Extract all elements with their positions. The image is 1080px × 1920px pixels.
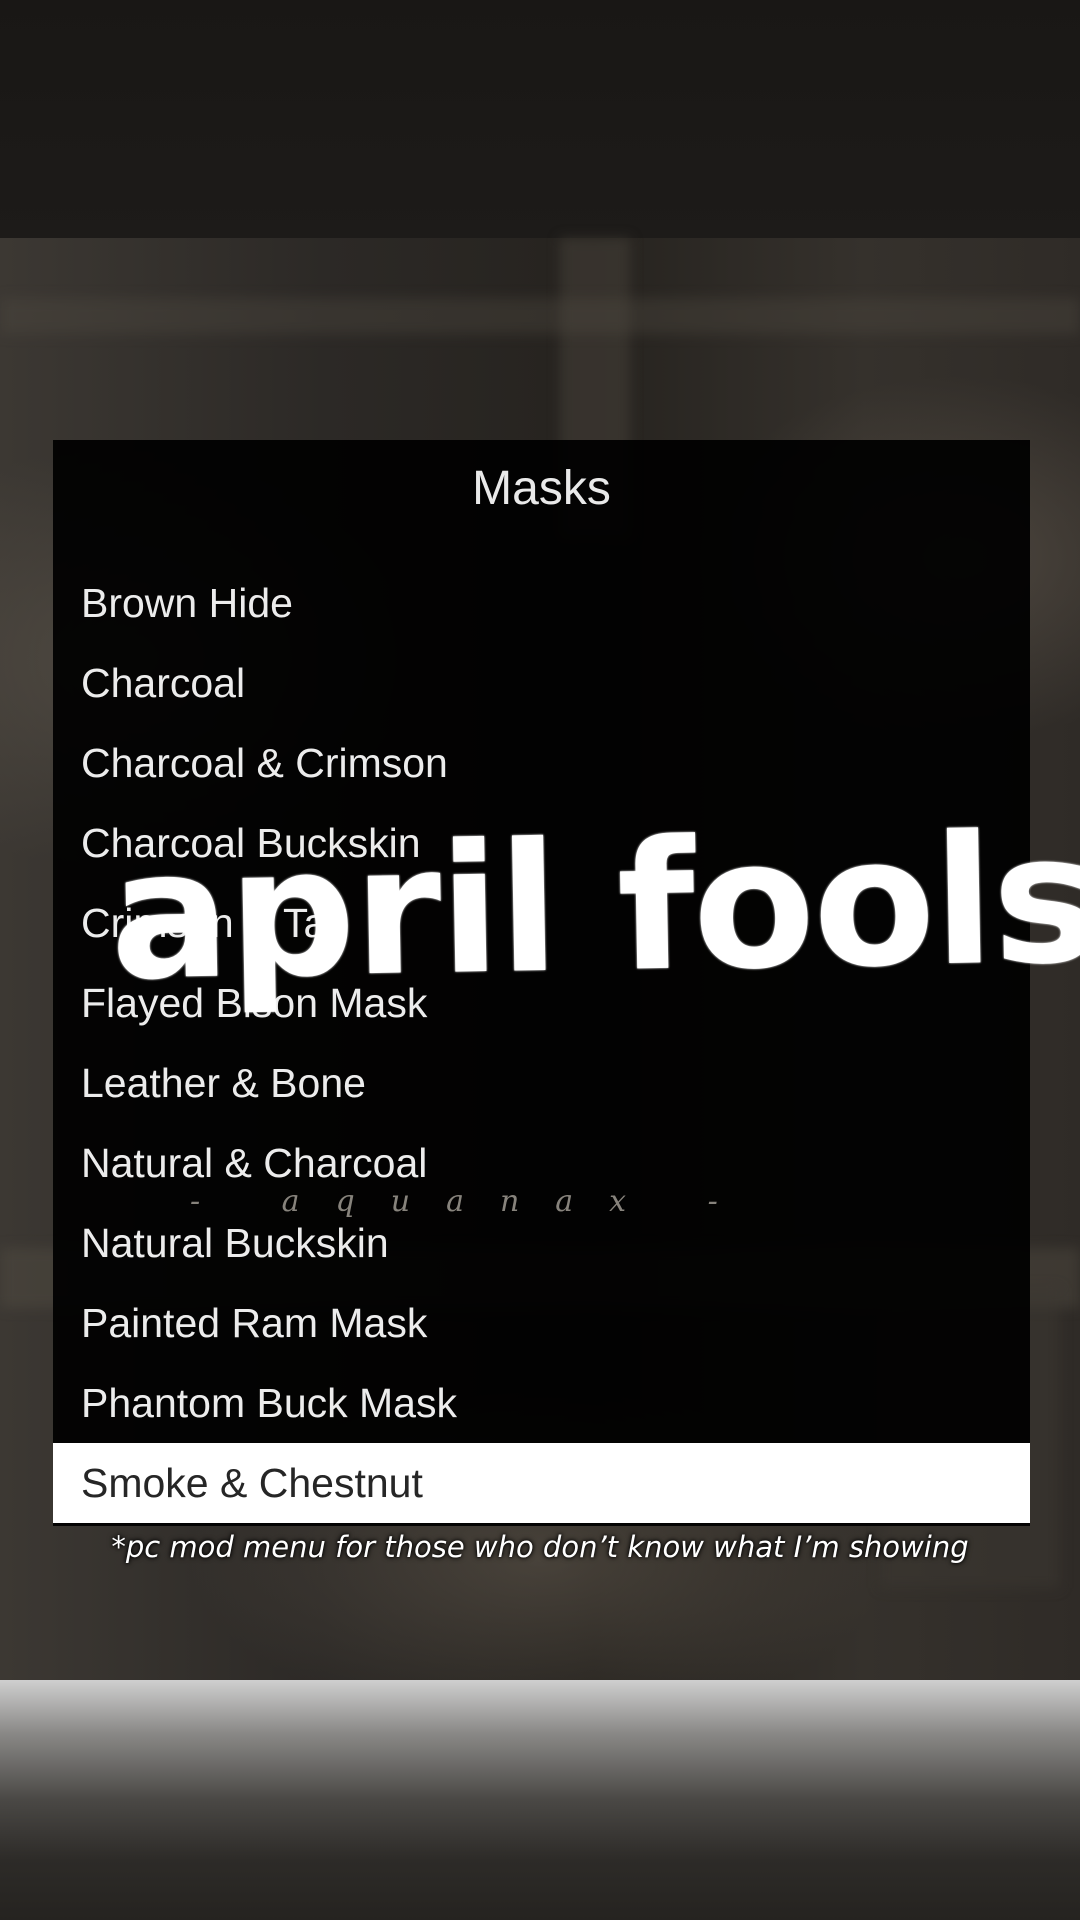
menu-item[interactable]: Charcoal: [53, 643, 1030, 723]
menu-item[interactable]: Phantom Buck Mask: [53, 1363, 1030, 1443]
creator-watermark: - aquanax -: [190, 1184, 754, 1219]
menu-item[interactable]: Brown Hide: [53, 563, 1030, 643]
top-letterbox: [0, 0, 1080, 238]
menu-item[interactable]: Leather & Bone: [53, 1043, 1030, 1123]
april-fools-overlay-text: april fools.: [108, 794, 1080, 1020]
menu-item[interactable]: Painted Ram Mask: [53, 1283, 1030, 1363]
menu-list: Brown Hide Charcoal Charcoal & Crimson C…: [53, 563, 1030, 1523]
bottom-letterbox: [0, 1680, 1080, 1920]
screen: Masks Brown Hide Charcoal Charcoal & Cri…: [0, 0, 1080, 1920]
background-beam: [0, 298, 1080, 334]
menu-item[interactable]: Charcoal & Crimson: [53, 723, 1030, 803]
menu-item-selected[interactable]: Smoke & Chestnut: [53, 1443, 1030, 1523]
menu-title: Masks: [472, 462, 611, 515]
caption-text: *pc mod menu for those who don’t know wh…: [111, 1530, 969, 1564]
